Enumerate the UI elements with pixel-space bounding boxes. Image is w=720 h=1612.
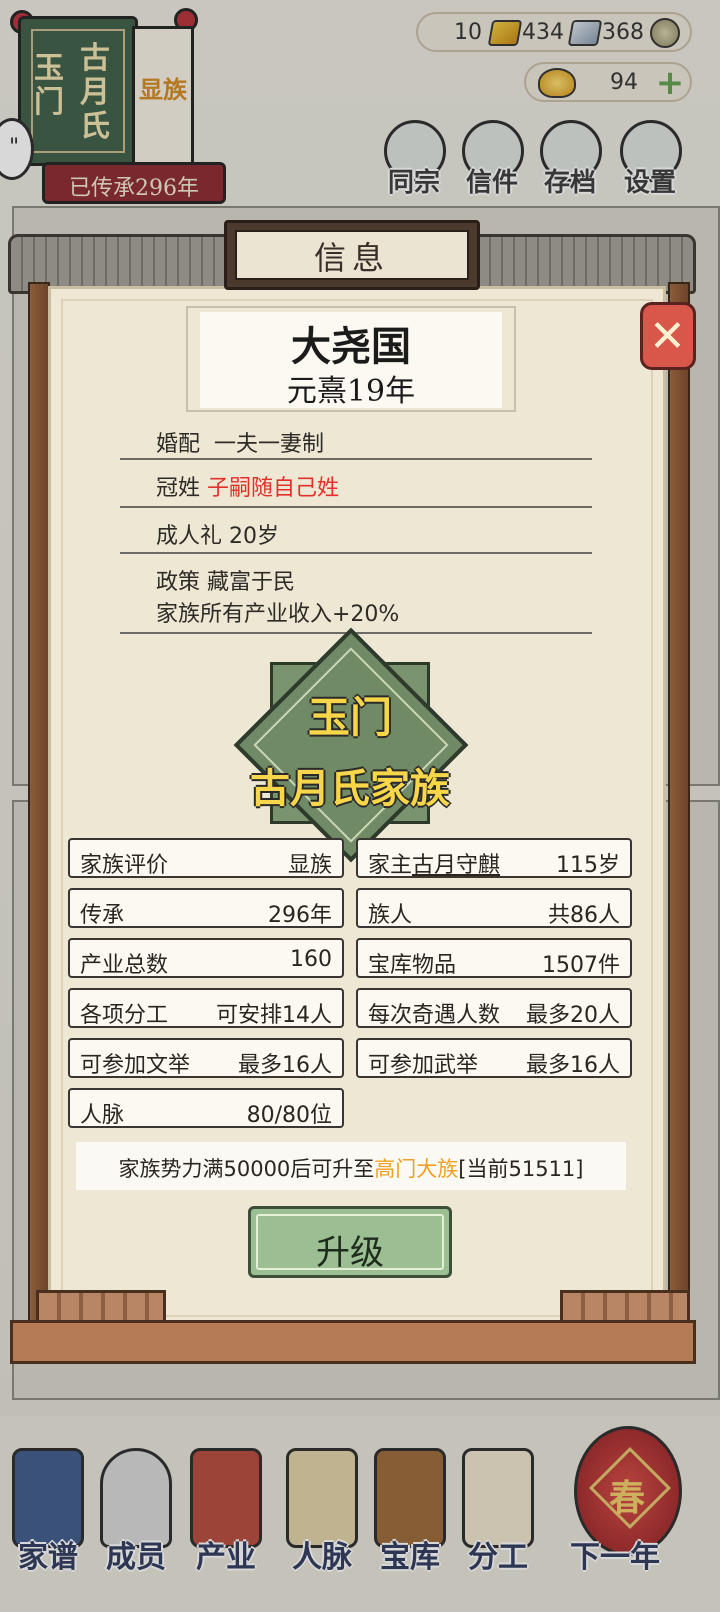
stat-value: 80/80位	[246, 1103, 332, 1128]
stat-label: 各项分工	[80, 1003, 169, 1028]
nation-name: 大尧国	[291, 323, 411, 370]
stat-value: 115岁	[556, 853, 620, 878]
stat-label: 每次奇遇人数	[368, 1003, 501, 1028]
stat-value: 可安排14人	[216, 1003, 332, 1028]
stat-military-exam: 可参加武举 最多16人	[356, 1038, 632, 1078]
head-name-link[interactable]: 古月守麒	[412, 853, 500, 878]
stat-civil-exam: 可参加文举 最多16人	[68, 1038, 344, 1078]
stat-labor: 各项分工 可安排14人	[68, 988, 344, 1028]
adult-row: 成人礼 20岁	[120, 510, 592, 554]
stat-label: 族人	[368, 903, 413, 928]
upgrade-button[interactable]: 升级	[248, 1206, 452, 1278]
stat-rating: 家族评价 显族	[68, 838, 344, 878]
left-pillar	[28, 282, 50, 1352]
stat-network: 人脉 80/80位	[68, 1088, 344, 1128]
notice-target: 高门大族	[374, 1157, 459, 1181]
stat-value: 最多20人	[526, 1003, 620, 1028]
stat-label: 可参加武举	[368, 1053, 479, 1078]
close-button[interactable]: ✕	[640, 302, 696, 370]
stat-encounter: 每次奇遇人数 最多20人	[356, 988, 632, 1028]
stat-members: 族人 共86人	[356, 888, 632, 928]
policy-row: 政策 藏富于民 家族所有产业收入+20%	[120, 556, 592, 634]
notice-prefix: 家族势力满50000后可升至	[118, 1157, 375, 1181]
stat-label: 产业总数	[80, 953, 169, 978]
close-icon: ✕	[649, 311, 686, 362]
left-fence	[36, 1290, 166, 1324]
dialog-title-board: 信息	[224, 220, 480, 290]
emblem-family-name: 古月氏家族	[250, 765, 450, 812]
stat-label: 宝库物品	[368, 953, 457, 978]
nation-era: 元熹19年	[286, 374, 416, 409]
policy-label: 政策	[156, 570, 201, 595]
stat-value: 显族	[287, 853, 332, 878]
stat-label: 家族评价	[80, 853, 169, 878]
right-fence	[560, 1290, 690, 1324]
stat-value: 296年	[268, 903, 332, 928]
stat-head: 家主古月守麒 115岁	[356, 838, 632, 878]
policy-value: 藏富于民	[207, 570, 296, 595]
surname-value: 子嗣随自己姓	[207, 476, 340, 501]
stat-label: 可参加文举	[80, 1053, 191, 1078]
right-pillar	[668, 282, 690, 1352]
stat-value: 160	[290, 947, 332, 972]
adult-label: 成人礼	[156, 524, 223, 549]
stat-label: 传承	[80, 903, 125, 928]
stat-value: 1507件	[542, 953, 620, 978]
upgrade-label: 升级	[316, 1233, 384, 1273]
stat-label: 家主	[368, 853, 413, 878]
stat-value: 最多16人	[238, 1053, 332, 1078]
marriage-label: 婚配	[156, 432, 201, 457]
adult-value: 20岁	[229, 524, 280, 549]
dialog-title: 信息	[313, 239, 390, 277]
marriage-value: 一夫一妻制	[214, 432, 325, 457]
marriage-row: 婚配 一夫一妻制	[120, 420, 592, 460]
policy-effect: 家族所有产业收入+20%	[156, 602, 400, 627]
emblem-place: 玉门	[307, 693, 392, 742]
stat-industry: 产业总数 160	[68, 938, 344, 978]
upgrade-notice: 家族势力满50000后可升至高门大族[当前51511]	[76, 1142, 626, 1190]
stat-treasury: 宝库物品 1507件	[356, 938, 632, 978]
notice-current: [当前51511]	[458, 1157, 584, 1181]
stat-label: 人脉	[80, 1103, 125, 1128]
surname-row: 冠姓 子嗣随自己姓	[120, 462, 592, 508]
stat-value: 最多16人	[526, 1053, 620, 1078]
stat-value: 共86人	[548, 903, 620, 928]
dialog-base	[10, 1320, 696, 1364]
stat-inherit: 传承 296年	[68, 888, 344, 928]
surname-label: 冠姓	[156, 476, 201, 501]
